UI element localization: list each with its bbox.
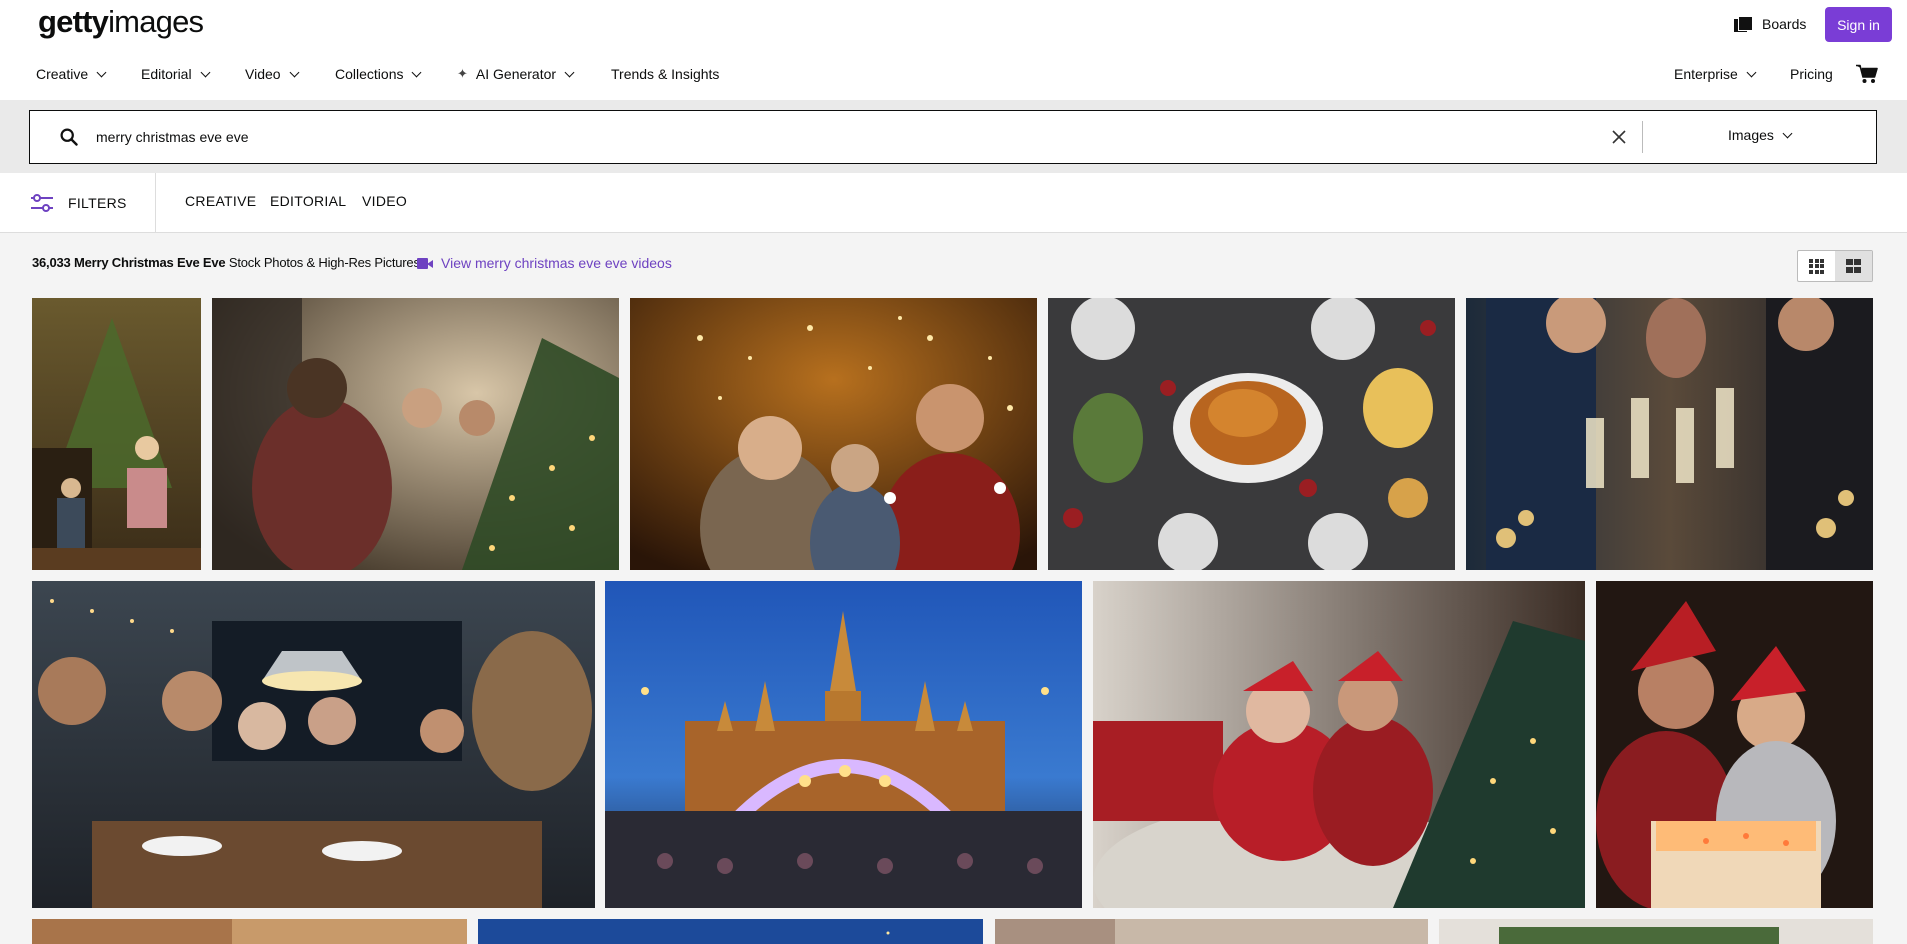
sign-in-button[interactable]: Sign in <box>1825 7 1892 42</box>
search-input[interactable] <box>96 125 1196 149</box>
nav-trends-label: Trends & Insights <box>611 66 720 82</box>
image-tile[interactable] <box>1439 919 1873 944</box>
sparklers-celebration-image <box>630 298 1037 570</box>
nav-enterprise[interactable]: Enterprise <box>1674 66 1757 82</box>
image-tile[interactable] <box>478 919 983 944</box>
image-tile[interactable] <box>212 298 619 570</box>
filters-label: FILTERS <box>68 195 127 211</box>
christmas-feast-table-image <box>1048 298 1455 570</box>
image-tile[interactable] <box>32 919 467 944</box>
image-tile[interactable] <box>1093 581 1585 908</box>
nav-pricing-label: Pricing <box>1790 66 1833 82</box>
getty-images-logo[interactable]: gettyimages <box>38 2 204 42</box>
image-tile[interactable] <box>630 298 1037 570</box>
results-count-bold: 36,033 Merry Christmas Eve Eve <box>32 255 226 270</box>
mosaic-icon <box>1845 259 1862 273</box>
chevron-down-icon <box>1782 128 1793 138</box>
nav-creative[interactable]: Creative <box>36 66 107 82</box>
image-tile[interactable] <box>32 298 201 570</box>
results-count: 36,033 Merry Christmas Eve Eve Stock Pho… <box>32 255 420 270</box>
nav-enterprise-label: Enterprise <box>1674 66 1738 82</box>
top-bar: gettyimages Boards Sign in <box>0 0 1907 48</box>
boards-button[interactable]: Boards <box>1734 12 1806 36</box>
close-icon[interactable] <box>1610 128 1628 146</box>
vienna-christmas-market-image <box>605 581 1082 908</box>
tab-creative[interactable]: CREATIVE <box>185 193 256 209</box>
search-icon[interactable] <box>60 128 78 146</box>
nav-ai-generator-label: AI Generator <box>475 66 557 82</box>
sliders-icon <box>31 194 53 212</box>
dinner-toast-family-image <box>32 581 595 908</box>
sparkle-icon: ✦ <box>457 66 468 81</box>
media-type-label: Images <box>1728 127 1774 143</box>
filters-bar: FILTERS CREATIVE EDITORIAL VIDEO <box>0 173 1907 233</box>
nav-pricing[interactable]: Pricing <box>1790 66 1833 82</box>
garland-image <box>1439 919 1873 944</box>
warm-scene-image <box>32 919 467 944</box>
nav-collections[interactable]: Collections <box>335 66 422 82</box>
nav-editorial-label: Editorial <box>141 66 192 82</box>
chevron-down-icon <box>200 67 211 77</box>
grid-icon <box>1809 258 1824 274</box>
nav-video[interactable]: Video <box>245 66 300 82</box>
grid-view-button[interactable] <box>1798 251 1835 281</box>
boards-icon <box>1734 16 1753 32</box>
kids-opening-gift-image <box>1596 581 1873 908</box>
tab-video[interactable]: VIDEO <box>362 193 407 209</box>
results-count-rest: Stock Photos & High-Res Pictures <box>228 255 420 270</box>
soft-interior-image <box>995 919 1428 944</box>
chevron-down-icon <box>96 67 107 77</box>
nav-creative-label: Creative <box>36 66 89 82</box>
filters-button[interactable]: FILTERS <box>30 191 127 215</box>
couple-santa-hats-couch-image <box>1093 581 1585 908</box>
nav-editorial[interactable]: Editorial <box>141 66 211 82</box>
image-tile[interactable] <box>32 581 595 908</box>
results-area: 36,033 Merry Christmas Eve Eve Stock Pho… <box>0 233 1907 944</box>
image-tile[interactable] <box>1596 581 1873 908</box>
nav-ai-generator[interactable]: ✦ AI Generator <box>457 66 575 82</box>
view-videos-label: View merry christmas eve eve videos <box>441 255 672 271</box>
video-camera-icon <box>417 257 433 269</box>
search-divider <box>1642 121 1643 153</box>
image-tile[interactable] <box>1466 298 1873 570</box>
cart-icon[interactable] <box>1856 64 1878 84</box>
search-region: Images <box>0 100 1907 173</box>
boards-label: Boards <box>1762 16 1807 32</box>
tab-editorial[interactable]: EDITORIAL <box>270 193 346 209</box>
view-toggle <box>1797 250 1873 282</box>
chevron-down-icon <box>564 67 575 77</box>
filters-divider <box>155 173 156 233</box>
image-tile[interactable] <box>605 581 1082 908</box>
nav-trends-insights[interactable]: Trends & Insights <box>611 66 719 82</box>
nav-collections-label: Collections <box>335 66 404 82</box>
chevron-down-icon <box>1746 67 1757 77</box>
main-nav: Creative Editorial Video Collections ✦ AI… <box>0 52 1907 96</box>
search-bar: Images <box>29 110 1877 164</box>
family-dinner-image <box>212 298 619 570</box>
mosaic-view-button[interactable] <box>1835 251 1872 281</box>
image-tile[interactable] <box>1048 298 1455 570</box>
night-sky-image <box>478 919 983 944</box>
image-tile[interactable] <box>995 919 1428 944</box>
media-type-select[interactable]: Images <box>1728 127 1793 143</box>
view-videos-link[interactable]: View merry christmas eve eve videos <box>417 255 672 271</box>
vintage-christmas-tree-image <box>32 298 201 570</box>
champagne-toast-image <box>1466 298 1873 570</box>
chevron-down-icon <box>412 67 422 77</box>
nav-video-label: Video <box>245 66 281 82</box>
chevron-down-icon <box>289 67 300 77</box>
